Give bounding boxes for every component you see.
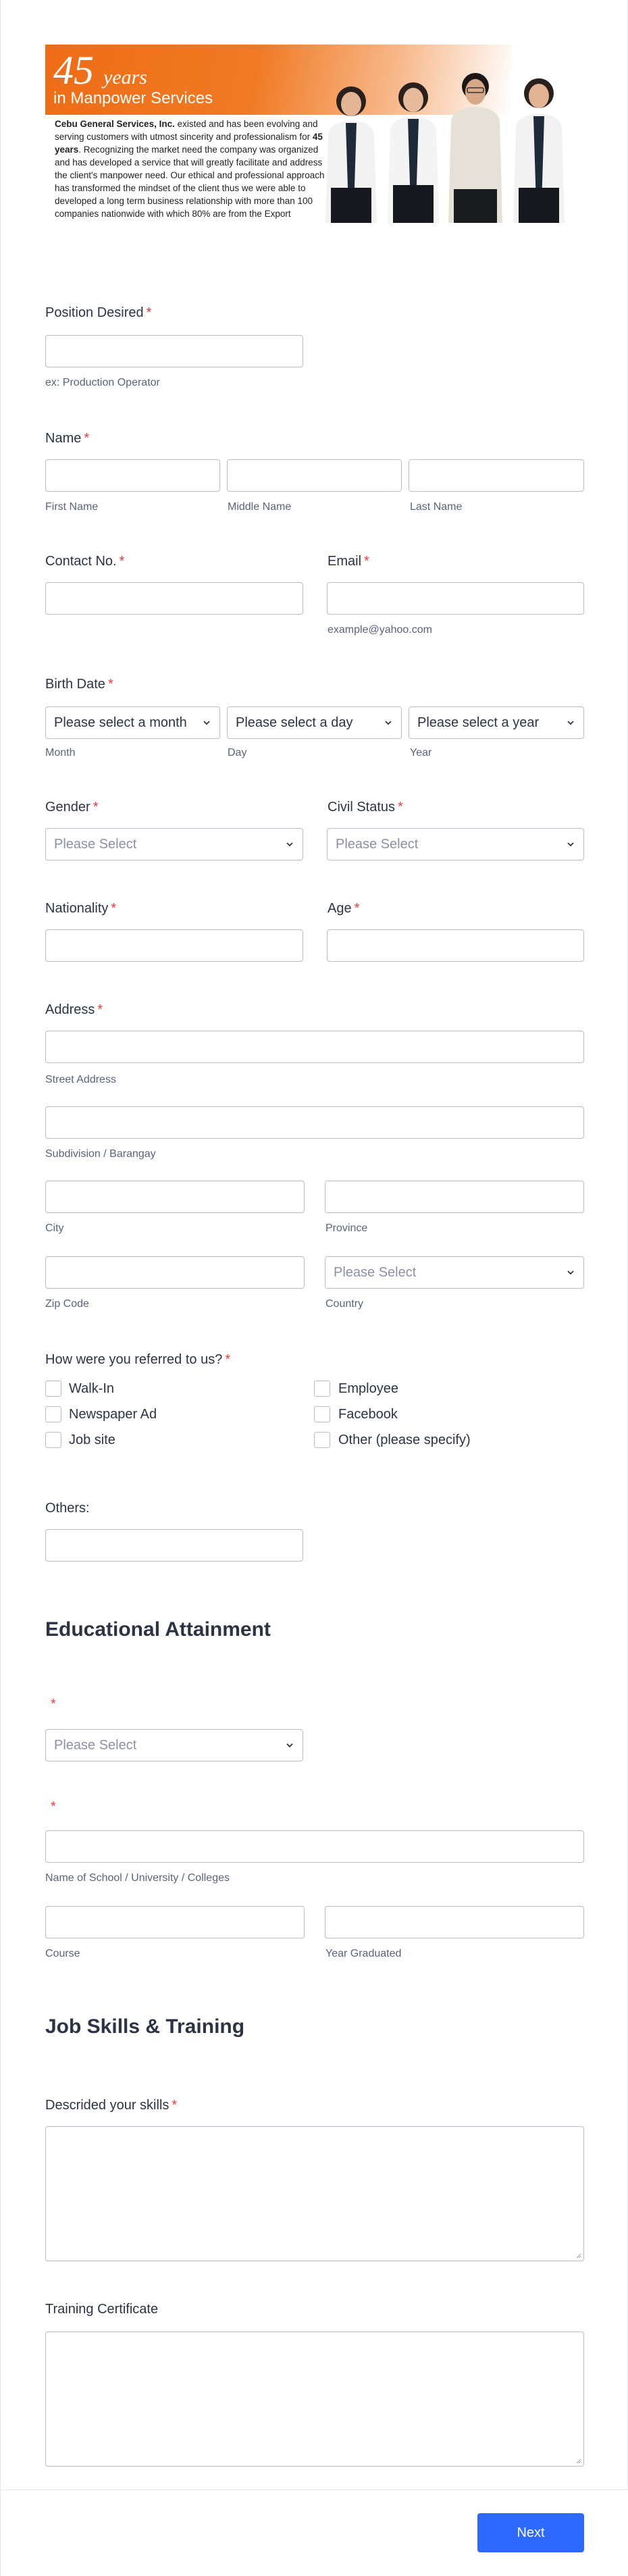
resize-handle-icon[interactable] [575, 2252, 581, 2259]
course-input[interactable] [45, 1906, 305, 1938]
subdivision-input[interactable] [45, 1106, 584, 1139]
middle-name-sub: Middle Name [228, 501, 292, 513]
referral-facebook-checkbox[interactable] [314, 1406, 330, 1422]
position-hint: ex: Production Operator [45, 377, 160, 388]
position-input[interactable] [45, 335, 303, 367]
civil-status-select[interactable]: Please Select [327, 828, 584, 860]
referral-employee-label[interactable]: Employee [338, 1381, 398, 1397]
email-input[interactable] [327, 582, 584, 615]
province-input[interactable] [325, 1181, 584, 1213]
address-label: Address * [45, 1002, 103, 1017]
referral-jobsite-label[interactable]: Job site [69, 1433, 115, 1448]
banner-big-number: 45 [53, 48, 94, 93]
country-select[interactable]: Please Select [325, 1256, 584, 1289]
school-sub: Name of School / University / Colleges [45, 1872, 230, 1884]
city-sub: City [45, 1222, 64, 1234]
skills-section-title: Job Skills & Training [45, 2015, 245, 2038]
banner-paragraph: Cebu General Services, Inc. existed and … [55, 119, 325, 223]
chevron-down-icon [202, 707, 211, 740]
education-section-title: Educational Attainment [45, 1618, 271, 1641]
contact-label: Contact No. * [45, 554, 125, 569]
first-name-sub: First Name [45, 501, 99, 513]
others-label: Others: [45, 1501, 90, 1516]
training-label: Training Certificate [45, 2302, 159, 2317]
nationality-input[interactable] [45, 929, 303, 962]
chevron-down-icon [285, 829, 294, 862]
city-input[interactable] [45, 1181, 305, 1213]
year-graduated-sub: Year Graduated [325, 1948, 402, 1959]
email-hint: example@yahoo.com [328, 624, 432, 636]
year-graduated-input[interactable] [325, 1906, 584, 1938]
subdivision-sub: Subdivision / Barangay [45, 1148, 156, 1160]
school-input[interactable] [45, 1830, 584, 1863]
referral-facebook-label[interactable]: Facebook [338, 1407, 398, 1422]
banner-years: years [103, 66, 147, 88]
nationality-label: Nationality * [45, 901, 117, 916]
chevron-down-icon [384, 707, 393, 740]
last-name-input[interactable] [409, 459, 584, 492]
chevron-down-icon [566, 1257, 575, 1290]
position-label: Position Desired * [45, 305, 152, 320]
zip-code-input[interactable] [45, 1256, 305, 1289]
chevron-down-icon [566, 707, 575, 740]
referral-walkin-checkbox[interactable] [45, 1381, 61, 1397]
chevron-down-icon [285, 1730, 294, 1763]
province-sub: Province [325, 1222, 368, 1234]
resize-handle-icon[interactable] [575, 2457, 581, 2464]
referral-jobsite-checkbox[interactable] [45, 1432, 61, 1448]
referral-walkin-label[interactable]: Walk-In [69, 1381, 114, 1397]
birth-day-select[interactable]: Please select a day [227, 706, 402, 739]
gender-label: Gender * [45, 800, 99, 815]
next-button[interactable]: Next [477, 2513, 584, 2552]
referral-label: How were you referred to us? * [45, 1352, 231, 1367]
zip-code-sub: Zip Code [45, 1298, 89, 1310]
staff-photo [325, 73, 565, 223]
middle-name-input[interactable] [227, 459, 402, 492]
banner-company: Cebu General Services, Inc. [55, 119, 175, 129]
birth-year-select[interactable]: Please select a year [409, 706, 584, 739]
street-address-sub: Street Address [45, 1074, 116, 1085]
country-sub: Country [325, 1298, 364, 1310]
name-label: Name * [45, 431, 90, 446]
form-card: 45 years in Manpower Services Cebu Gener… [0, 0, 628, 2576]
referral-employee-checkbox[interactable] [314, 1381, 330, 1397]
last-name-sub: Last Name [410, 501, 463, 513]
age-label: Age * [328, 901, 360, 916]
referral-newspaper-label[interactable]: Newspaper Ad [69, 1407, 157, 1422]
skills-label: Descrided your skills * [45, 2098, 178, 2113]
education-level-select[interactable]: Please Select [45, 1729, 303, 1761]
birth-month-sub: Month [45, 747, 76, 758]
age-input[interactable] [327, 929, 584, 962]
school-label: * [51, 1799, 56, 1814]
street-address-input[interactable] [45, 1031, 584, 1063]
birth-month-select[interactable]: Please select a month [45, 706, 220, 739]
first-name-input[interactable] [45, 459, 220, 492]
birth-date-label: Birth Date * [45, 677, 113, 692]
civil-status-label: Civil Status * [328, 800, 403, 815]
skills-textarea[interactable] [45, 2126, 584, 2261]
banner-headline: in Manpower Services [53, 89, 213, 107]
others-input[interactable] [45, 1529, 303, 1562]
birth-day-sub: Day [228, 747, 247, 758]
gender-select[interactable]: Please Select [45, 828, 303, 860]
referral-other-checkbox[interactable] [314, 1432, 330, 1448]
referral-other-label[interactable]: Other (please specify) [338, 1433, 471, 1448]
course-sub: Course [45, 1948, 80, 1959]
contact-input[interactable] [45, 582, 303, 615]
company-banner: 45 years in Manpower Services Cebu Gener… [45, 45, 585, 223]
referral-newspaper-checkbox[interactable] [45, 1406, 61, 1422]
chevron-down-icon [566, 829, 575, 862]
training-textarea[interactable] [45, 2332, 584, 2467]
birth-year-sub: Year [410, 747, 432, 758]
email-label: Email * [328, 554, 369, 569]
education-level-label: * [51, 1697, 56, 1711]
